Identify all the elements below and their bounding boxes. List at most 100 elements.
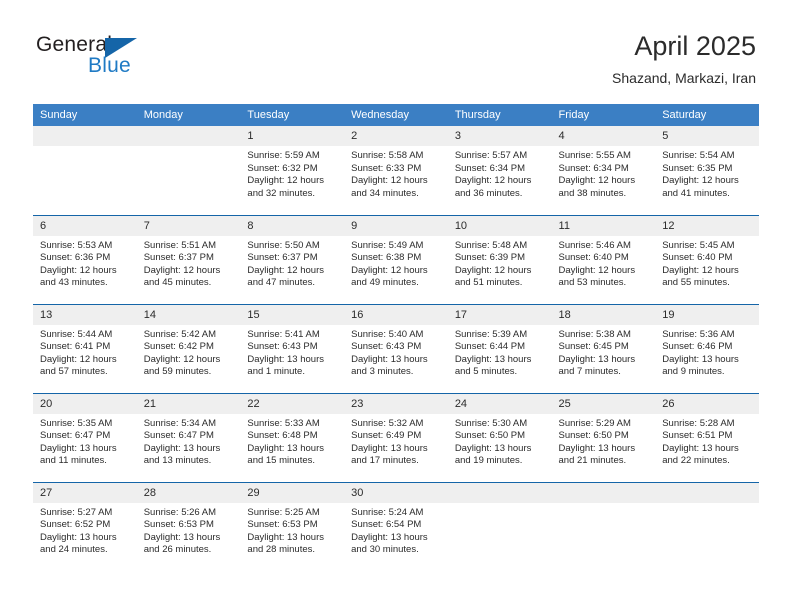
day-details: Sunrise: 5:24 AM Sunset: 6:54 PM Daylight:… <box>344 503 448 557</box>
calendar-cell-day-8[interactable]: 8 Sunrise: 5:50 AM Sunset: 6:37 PM Daylight… <box>240 214 345 304</box>
day-details: Sunrise: 5:57 AM Sunset: 6:34 PM Daylight:… <box>448 146 552 200</box>
day-details: Sunrise: 5:38 AM Sunset: 6:45 PM Daylight:… <box>552 325 656 379</box>
day-details: Sunrise: 5:42 AM Sunset: 6:42 PM Daylight:… <box>137 325 241 379</box>
calendar-cell-day-10[interactable]: 10 Sunrise: 5:48 AM Sunset: 6:39 PM Dayligh… <box>447 214 552 304</box>
day-number: 20 <box>33 393 137 414</box>
day-details: Sunrise: 5:50 AM Sunset: 6:37 PM Daylight:… <box>240 236 344 290</box>
daylight-text: and 13 minutes. <box>143 455 212 467</box>
sunset-text: Sunset: 6:53 PM <box>247 519 318 531</box>
calendar-cell-day-18[interactable]: 18 Sunrise: 5:38 AM Sunset: 6:45 PM Dayligh… <box>551 303 656 393</box>
calendar-cell-day-20[interactable]: 20 Sunrise: 5:35 AM Sunset: 6:47 PM Dayligh… <box>33 392 137 482</box>
calendar-header-row: Sunday Monday Tuesday Wednesday Thursday Frid… <box>33 104 759 126</box>
daylight-text: Daylight: 13 hours <box>247 353 324 365</box>
sunrise-text: Sunrise: 5:34 AM <box>143 417 217 429</box>
sunset-text: Sunset: 6:52 PM <box>40 519 111 531</box>
daylight-text: and 11 minutes. <box>40 455 107 467</box>
calendar-cell-day-24[interactable]: 24 Sunrise: 5:30 AM Sunset: 6:50 PM Dayligh… <box>447 392 552 482</box>
sunrise-text: Sunrise: 5:41 AM <box>247 328 320 340</box>
weekday-header-friday: Friday <box>551 104 656 126</box>
sunrise-text: Sunrise: 5:42 AM <box>143 328 217 340</box>
calendar-cell-empty <box>447 481 552 571</box>
calendar-cell-day-1[interactable]: 1 Sunrise: 5:59 AM Sunset: 6:32 PM Daylight… <box>240 126 345 215</box>
day-details: Sunrise: 5:33 AM Sunset: 6:48 PM Daylight:… <box>240 414 344 468</box>
daylight-text: and 53 minutes. <box>558 277 627 289</box>
sunset-text: Sunset: 6:34 PM <box>454 162 526 174</box>
daylight-text: Daylight: 12 hours <box>454 264 532 276</box>
calendar-cell-day-28[interactable]: 28 Sunrise: 5:26 AM Sunset: 6:53 PM Dayligh… <box>136 481 241 571</box>
calendar-cell-day-4[interactable]: 4 Sunrise: 5:55 AM Sunset: 6:34 PM Daylight… <box>551 126 656 215</box>
calendar-cell-day-23[interactable]: 23 Sunrise: 5:32 AM Sunset: 6:49 PM Dayligh… <box>344 392 448 482</box>
sunset-text: Sunset: 6:41 PM <box>40 341 111 353</box>
calendar-cell-day-13[interactable]: 13 Sunrise: 5:44 AM Sunset: 6:41 PM Dayligh… <box>33 303 137 393</box>
calendar-cell-day-19[interactable]: 19 Sunrise: 5:36 AM Sunset: 6:46 PM Dayligh… <box>655 303 759 393</box>
calendar-cell-day-25[interactable]: 25 Sunrise: 5:29 AM Sunset: 6:50 PM Dayligh… <box>551 392 656 482</box>
daylight-text: Daylight: 12 hours <box>143 264 221 276</box>
day-number: 5 <box>655 126 759 146</box>
calendar-cell-day-12[interactable]: 12 Sunrise: 5:45 AM Sunset: 6:40 PM Dayligh… <box>655 214 759 304</box>
sunrise-text: Sunrise: 5:59 AM <box>247 150 320 161</box>
day-details: Sunrise: 5:35 AM Sunset: 6:47 PM Daylight:… <box>33 414 137 468</box>
day-details: Sunrise: 5:26 AM Sunset: 6:53 PM Daylight:… <box>137 503 241 557</box>
calendar-cell-day-7[interactable]: 7 Sunrise: 5:51 AM Sunset: 6:37 PM Daylight… <box>136 214 241 304</box>
sunset-text: Sunset: 6:42 PM <box>143 341 214 353</box>
day-number <box>447 482 552 503</box>
general-blue-logo[interactable]: General Blue <box>36 33 236 85</box>
daylight-text: Daylight: 12 hours <box>662 264 739 276</box>
calendar-cell-day-6[interactable]: 6 Sunrise: 5:53 AM Sunset: 6:36 PM Daylight… <box>33 214 137 304</box>
sunset-text: Sunset: 6:46 PM <box>662 341 733 353</box>
calendar-cell-day-22[interactable]: 22 Sunrise: 5:33 AM Sunset: 6:48 PM Dayligh… <box>240 392 345 482</box>
sunset-text: Sunset: 6:36 PM <box>40 252 111 264</box>
daylight-text: Daylight: 12 hours <box>247 264 324 276</box>
sunset-text: Sunset: 6:49 PM <box>351 430 422 442</box>
sunrise-text: Sunrise: 5:55 AM <box>558 150 631 161</box>
calendar-cell-day-26[interactable]: 26 Sunrise: 5:28 AM Sunset: 6:51 PM Dayligh… <box>655 392 759 482</box>
sunrise-text: Sunrise: 5:40 AM <box>351 328 424 340</box>
calendar-cell-day-27[interactable]: 27 Sunrise: 5:27 AM Sunset: 6:52 PM Dayligh… <box>33 481 137 571</box>
daylight-text: Daylight: 13 hours <box>454 353 532 365</box>
day-number: 26 <box>655 393 759 414</box>
calendar-cell-day-2[interactable]: 2 Sunrise: 5:58 AM Sunset: 6:33 PM Daylight… <box>344 126 448 215</box>
calendar-grid: Sunday Monday Tuesday Wednesday Thursday Frid… <box>33 104 759 571</box>
weekday-header-thursday: Thursday <box>447 104 552 126</box>
calendar-cell-day-11[interactable]: 11 Sunrise: 5:46 AM Sunset: 6:40 PM Dayligh… <box>551 214 656 304</box>
sunrise-text: Sunrise: 5:39 AM <box>454 328 528 340</box>
daylight-text: and 55 minutes. <box>662 277 730 289</box>
calendar-cell-day-9[interactable]: 9 Sunrise: 5:49 AM Sunset: 6:38 PM Daylight… <box>344 214 448 304</box>
calendar-cell-day-30[interactable]: 30 Sunrise: 5:24 AM Sunset: 6:54 PM Dayligh… <box>344 481 448 571</box>
weekday-header-sunday: Sunday <box>33 104 137 126</box>
calendar-cell-day-15[interactable]: 15 Sunrise: 5:41 AM Sunset: 6:43 PM Dayligh… <box>240 303 345 393</box>
calendar-cell-day-29[interactable]: 29 Sunrise: 5:25 AM Sunset: 6:53 PM Dayligh… <box>240 481 345 571</box>
sunset-text: Sunset: 6:40 PM <box>662 252 733 264</box>
day-details: Sunrise: 5:25 AM Sunset: 6:53 PM Daylight:… <box>240 503 344 557</box>
daylight-text: Daylight: 13 hours <box>247 531 324 543</box>
day-number: 3 <box>447 126 552 146</box>
sunrise-text: Sunrise: 5:36 AM <box>662 328 735 340</box>
daylight-text: Daylight: 13 hours <box>558 442 636 454</box>
day-details: Sunrise: 5:49 AM Sunset: 6:38 PM Daylight:… <box>344 236 448 290</box>
day-number: 17 <box>447 304 552 325</box>
day-number <box>551 482 656 503</box>
calendar-cell-day-16[interactable]: 16 Sunrise: 5:40 AM Sunset: 6:43 PM Dayligh… <box>344 303 448 393</box>
calendar-cell-day-5[interactable]: 5 Sunrise: 5:54 AM Sunset: 6:35 PM Daylight… <box>655 126 759 215</box>
sunrise-text: Sunrise: 5:53 AM <box>40 239 113 251</box>
day-number: 2 <box>344 126 448 146</box>
daylight-text: Daylight: 12 hours <box>558 264 636 276</box>
sunrise-text: Sunrise: 5:50 AM <box>247 239 320 251</box>
sunset-text: Sunset: 6:38 PM <box>351 252 422 264</box>
page-title: April 2025 <box>634 31 756 61</box>
day-number: 24 <box>447 393 552 414</box>
day-number: 6 <box>33 215 137 236</box>
daylight-text: and 26 minutes. <box>143 544 212 556</box>
sunrise-text: Sunrise: 5:44 AM <box>40 328 113 340</box>
day-details: Sunrise: 5:27 AM Sunset: 6:52 PM Daylight:… <box>33 503 137 557</box>
daylight-text: Daylight: 13 hours <box>351 531 428 543</box>
calendar-cell-day-14[interactable]: 14 Sunrise: 5:42 AM Sunset: 6:42 PM Dayligh… <box>136 303 241 393</box>
calendar-cell-empty <box>655 481 759 571</box>
daylight-text: and 47 minutes. <box>247 277 316 289</box>
calendar-cell-day-3[interactable]: 3 Sunrise: 5:57 AM Sunset: 6:34 PM Daylight… <box>447 126 552 215</box>
title-block: April 2025 Shazand, Markazi, Iran <box>612 30 756 87</box>
calendar-cell-day-21[interactable]: 21 Sunrise: 5:34 AM Sunset: 6:47 PM Dayligh… <box>136 392 241 482</box>
calendar-cell-day-17[interactable]: 17 Sunrise: 5:39 AM Sunset: 6:44 PM Dayligh… <box>447 303 552 393</box>
calendar-body: 1 Sunrise: 5:59 AM Sunset: 6:32 PM Daylight… <box>33 126 759 571</box>
calendar-week-row: 13 Sunrise: 5:44 AM Sunset: 6:41 PM Dayligh… <box>33 303 759 393</box>
